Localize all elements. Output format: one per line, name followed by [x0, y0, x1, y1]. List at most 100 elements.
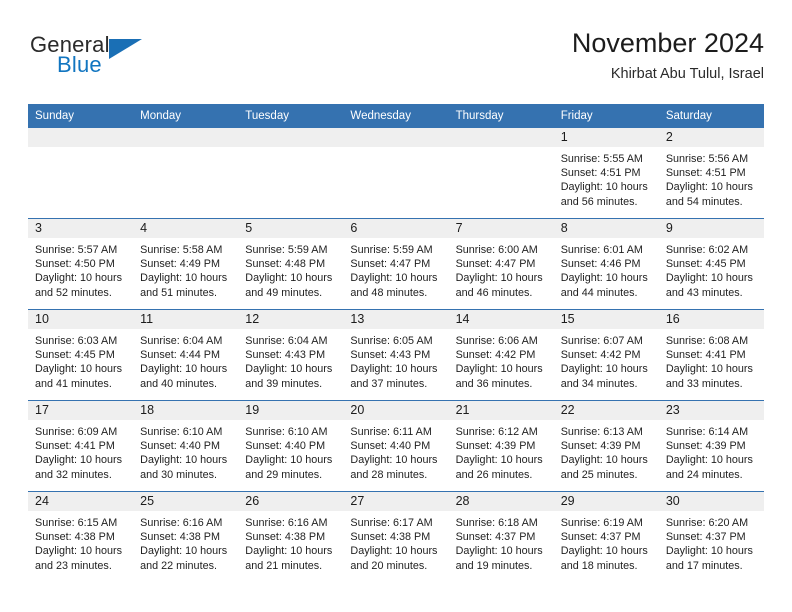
sunset-text: Sunset: 4:39 PM: [455, 440, 536, 453]
daylight-text-line1: Daylight: 10 hours: [665, 363, 753, 376]
day-cell-content: 18 Sunrise: 6:10 AM Sunset: 4:40 PM Dayligh…: [133, 401, 239, 491]
sunset-text: Sunset: 4:42 PM: [455, 349, 536, 362]
day-cell-content: 1 Sunrise: 5:55 AM Sunset: 4:51 PM Daylight…: [553, 128, 659, 218]
calendar-day-cell[interactable]: 14 Sunrise: 6:06 AM Sunset: 4:42 PM Dayligh…: [448, 309, 554, 401]
sunset-text: Sunset: 4:38 PM: [140, 531, 220, 544]
calendar-day-cell[interactable]: 5 Sunrise: 5:59 AM Sunset: 4:48 PM Daylight…: [238, 218, 344, 310]
day-sun-info: Sunrise: 6:04 AM Sunset: 4:44 PM Daylight:…: [133, 329, 238, 391]
day-number: 27: [343, 492, 449, 511]
daylight-text-line2: and 44 minutes.: [560, 286, 638, 299]
calendar-day-cell[interactable]: 20 Sunrise: 6:11 AM Sunset: 4:40 PM Dayligh…: [343, 400, 449, 492]
day-number: 8: [553, 219, 659, 238]
calendar-day-cell[interactable]: [28, 127, 134, 219]
day-cell-content: 22 Sunrise: 6:13 AM Sunset: 4:39 PM Dayligh…: [553, 401, 659, 491]
calendar-day-cell[interactable]: 3 Sunrise: 5:57 AM Sunset: 4:50 PM Daylight…: [28, 218, 134, 310]
day-number: [28, 128, 134, 147]
calendar-day-cell[interactable]: 30 Sunrise: 6:20 AM Sunset: 4:37 PM Dayligh…: [658, 491, 764, 582]
day-cell-content: 4 Sunrise: 5:58 AM Sunset: 4:49 PM Daylight…: [133, 219, 239, 309]
calendar-day-cell[interactable]: 9 Sunrise: 6:02 AM Sunset: 4:45 PM Daylight…: [658, 218, 764, 310]
calendar-day-cell[interactable]: 27 Sunrise: 6:17 AM Sunset: 4:38 PM Dayligh…: [343, 491, 449, 582]
day-cell-content: [28, 128, 134, 218]
sunrise-text: Sunrise: 6:15 AM: [35, 517, 118, 529]
day-number: 3: [28, 219, 134, 238]
daylight-text-line2: and 32 minutes.: [35, 468, 112, 481]
sunrise-text: Sunrise: 6:19 AM: [560, 517, 643, 529]
brand-logo[interactable]: General Blue: [28, 32, 228, 84]
day-number: 20: [343, 401, 449, 420]
day-number: 14: [448, 310, 554, 329]
day-number: 11: [133, 310, 239, 329]
day-cell-content: 20 Sunrise: 6:11 AM Sunset: 4:40 PM Dayligh…: [343, 401, 449, 491]
day-number: 1: [553, 128, 659, 147]
day-cell-content: [133, 128, 239, 218]
sunrise-text: Sunrise: 6:10 AM: [245, 426, 328, 438]
day-cell-content: 25 Sunrise: 6:16 AM Sunset: 4:38 PM Dayligh…: [133, 492, 239, 582]
day-cell-content: 5 Sunrise: 5:59 AM Sunset: 4:48 PM Daylight…: [238, 219, 344, 309]
calendar-day-cell[interactable]: 7 Sunrise: 6:00 AM Sunset: 4:47 PM Daylight…: [448, 218, 554, 310]
daylight-text-line1: Daylight: 10 hours: [560, 181, 648, 194]
day-sun-info: Sunrise: 5:55 AM Sunset: 4:51 PM Daylight:…: [554, 147, 659, 209]
calendar-day-cell[interactable]: 2 Sunrise: 5:56 AM Sunset: 4:51 PM Daylight…: [658, 127, 764, 219]
daylight-text-line2: and 46 minutes.: [455, 286, 533, 299]
day-number: 2: [658, 128, 764, 147]
daylight-text-line1: Daylight: 10 hours: [665, 545, 753, 558]
calendar-day-cell[interactable]: 21 Sunrise: 6:12 AM Sunset: 4:39 PM Dayligh…: [448, 400, 554, 492]
calendar-day-cell[interactable]: 6 Sunrise: 5:59 AM Sunset: 4:47 PM Daylight…: [343, 218, 449, 310]
sunset-text: Sunset: 4:40 PM: [245, 440, 326, 453]
daylight-text-line2: and 18 minutes.: [560, 559, 638, 572]
calendar-day-cell[interactable]: 12 Sunrise: 6:04 AM Sunset: 4:43 PM Dayligh…: [238, 309, 344, 401]
calendar-week-row: 10 Sunrise: 6:03 AM Sunset: 4:45 PM Dayligh…: [28, 309, 764, 401]
daylight-text-line1: Daylight: 10 hours: [245, 272, 333, 285]
sunrise-text: Sunrise: 6:08 AM: [665, 335, 749, 347]
day-sun-info: Sunrise: 6:16 AM Sunset: 4:38 PM Daylight:…: [238, 511, 343, 573]
day-cell-content: 11 Sunrise: 6:04 AM Sunset: 4:44 PM Dayligh…: [133, 310, 239, 400]
calendar-day-cell[interactable]: 1 Sunrise: 5:55 AM Sunset: 4:51 PM Daylight…: [553, 127, 659, 219]
calendar-day-cell[interactable]: 29 Sunrise: 6:19 AM Sunset: 4:37 PM Dayligh…: [553, 491, 659, 582]
calendar-day-cell[interactable]: 28 Sunrise: 6:18 AM Sunset: 4:37 PM Dayligh…: [448, 491, 554, 582]
day-sun-info: Sunrise: 6:19 AM Sunset: 4:37 PM Daylight:…: [554, 511, 659, 573]
calendar-day-cell[interactable]: 18 Sunrise: 6:10 AM Sunset: 4:40 PM Dayligh…: [133, 400, 239, 492]
daylight-text-line1: Daylight: 10 hours: [140, 545, 228, 558]
calendar-day-cell[interactable]: [343, 127, 449, 219]
day-cell-content: 26 Sunrise: 6:16 AM Sunset: 4:38 PM Dayligh…: [238, 492, 344, 582]
calendar-day-cell[interactable]: 13 Sunrise: 6:05 AM Sunset: 4:43 PM Dayligh…: [343, 309, 449, 401]
day-sun-info: [238, 147, 343, 152]
calendar-week-row: 17 Sunrise: 6:09 AM Sunset: 4:41 PM Dayligh…: [28, 400, 764, 492]
calendar-day-cell[interactable]: 19 Sunrise: 6:10 AM Sunset: 4:40 PM Dayligh…: [238, 400, 344, 492]
calendar-day-cell[interactable]: 4 Sunrise: 5:58 AM Sunset: 4:49 PM Daylight…: [133, 218, 239, 310]
calendar-day-cell[interactable]: 15 Sunrise: 6:07 AM Sunset: 4:42 PM Dayligh…: [553, 309, 659, 401]
sunrise-text: Sunrise: 6:17 AM: [350, 517, 433, 529]
calendar-body: 1 Sunrise: 5:55 AM Sunset: 4:51 PM Daylight…: [28, 127, 764, 582]
calendar-day-cell[interactable]: 22 Sunrise: 6:13 AM Sunset: 4:39 PM Dayligh…: [553, 400, 659, 492]
sunrise-text: Sunrise: 6:07 AM: [560, 335, 643, 347]
sunset-text: Sunset: 4:42 PM: [560, 349, 641, 362]
sunset-text: Sunset: 4:40 PM: [350, 440, 431, 453]
day-sun-info: Sunrise: 5:59 AM Sunset: 4:47 PM Daylight:…: [343, 238, 448, 300]
calendar-day-cell[interactable]: 24 Sunrise: 6:15 AM Sunset: 4:38 PM Dayligh…: [28, 491, 134, 582]
calendar-day-cell[interactable]: [238, 127, 344, 219]
daylight-text-line1: Daylight: 10 hours: [35, 545, 123, 558]
calendar-day-cell[interactable]: 16 Sunrise: 6:08 AM Sunset: 4:41 PM Dayligh…: [658, 309, 764, 401]
calendar-day-cell[interactable]: 11 Sunrise: 6:04 AM Sunset: 4:44 PM Dayligh…: [133, 309, 239, 401]
day-cell-content: 16 Sunrise: 6:08 AM Sunset: 4:41 PM Dayligh…: [658, 310, 764, 400]
day-cell-content: 29 Sunrise: 6:19 AM Sunset: 4:37 PM Dayligh…: [553, 492, 659, 582]
sunrise-text: Sunrise: 6:01 AM: [560, 244, 643, 256]
calendar-day-cell[interactable]: 10 Sunrise: 6:03 AM Sunset: 4:45 PM Dayligh…: [28, 309, 134, 401]
calendar-day-cell[interactable]: 8 Sunrise: 6:01 AM Sunset: 4:46 PM Daylight…: [553, 218, 659, 310]
calendar-day-cell[interactable]: 25 Sunrise: 6:16 AM Sunset: 4:38 PM Dayligh…: [133, 491, 239, 582]
day-number: 9: [658, 219, 764, 238]
calendar-day-cell[interactable]: 17 Sunrise: 6:09 AM Sunset: 4:41 PM Dayligh…: [28, 400, 134, 492]
daylight-text-line2: and 25 minutes.: [560, 468, 638, 481]
daylight-text-line1: Daylight: 10 hours: [455, 272, 543, 285]
sunrise-text: Sunrise: 5:59 AM: [350, 244, 433, 256]
calendar-day-cell[interactable]: [133, 127, 239, 219]
daylight-text-line2: and 24 minutes.: [665, 468, 743, 481]
calendar-day-cell[interactable]: 23 Sunrise: 6:14 AM Sunset: 4:39 PM Dayligh…: [658, 400, 764, 492]
calendar-day-cell[interactable]: 26 Sunrise: 6:16 AM Sunset: 4:38 PM Dayligh…: [238, 491, 344, 582]
sunrise-text: Sunrise: 6:12 AM: [455, 426, 538, 438]
calendar-day-cell[interactable]: [448, 127, 554, 219]
daylight-text-line1: Daylight: 10 hours: [35, 454, 123, 467]
weekday-header-tuesday: Tuesday: [238, 104, 344, 128]
sunrise-text: Sunrise: 5:59 AM: [245, 244, 328, 256]
day-sun-info: Sunrise: 6:18 AM Sunset: 4:37 PM Daylight:…: [449, 511, 554, 573]
